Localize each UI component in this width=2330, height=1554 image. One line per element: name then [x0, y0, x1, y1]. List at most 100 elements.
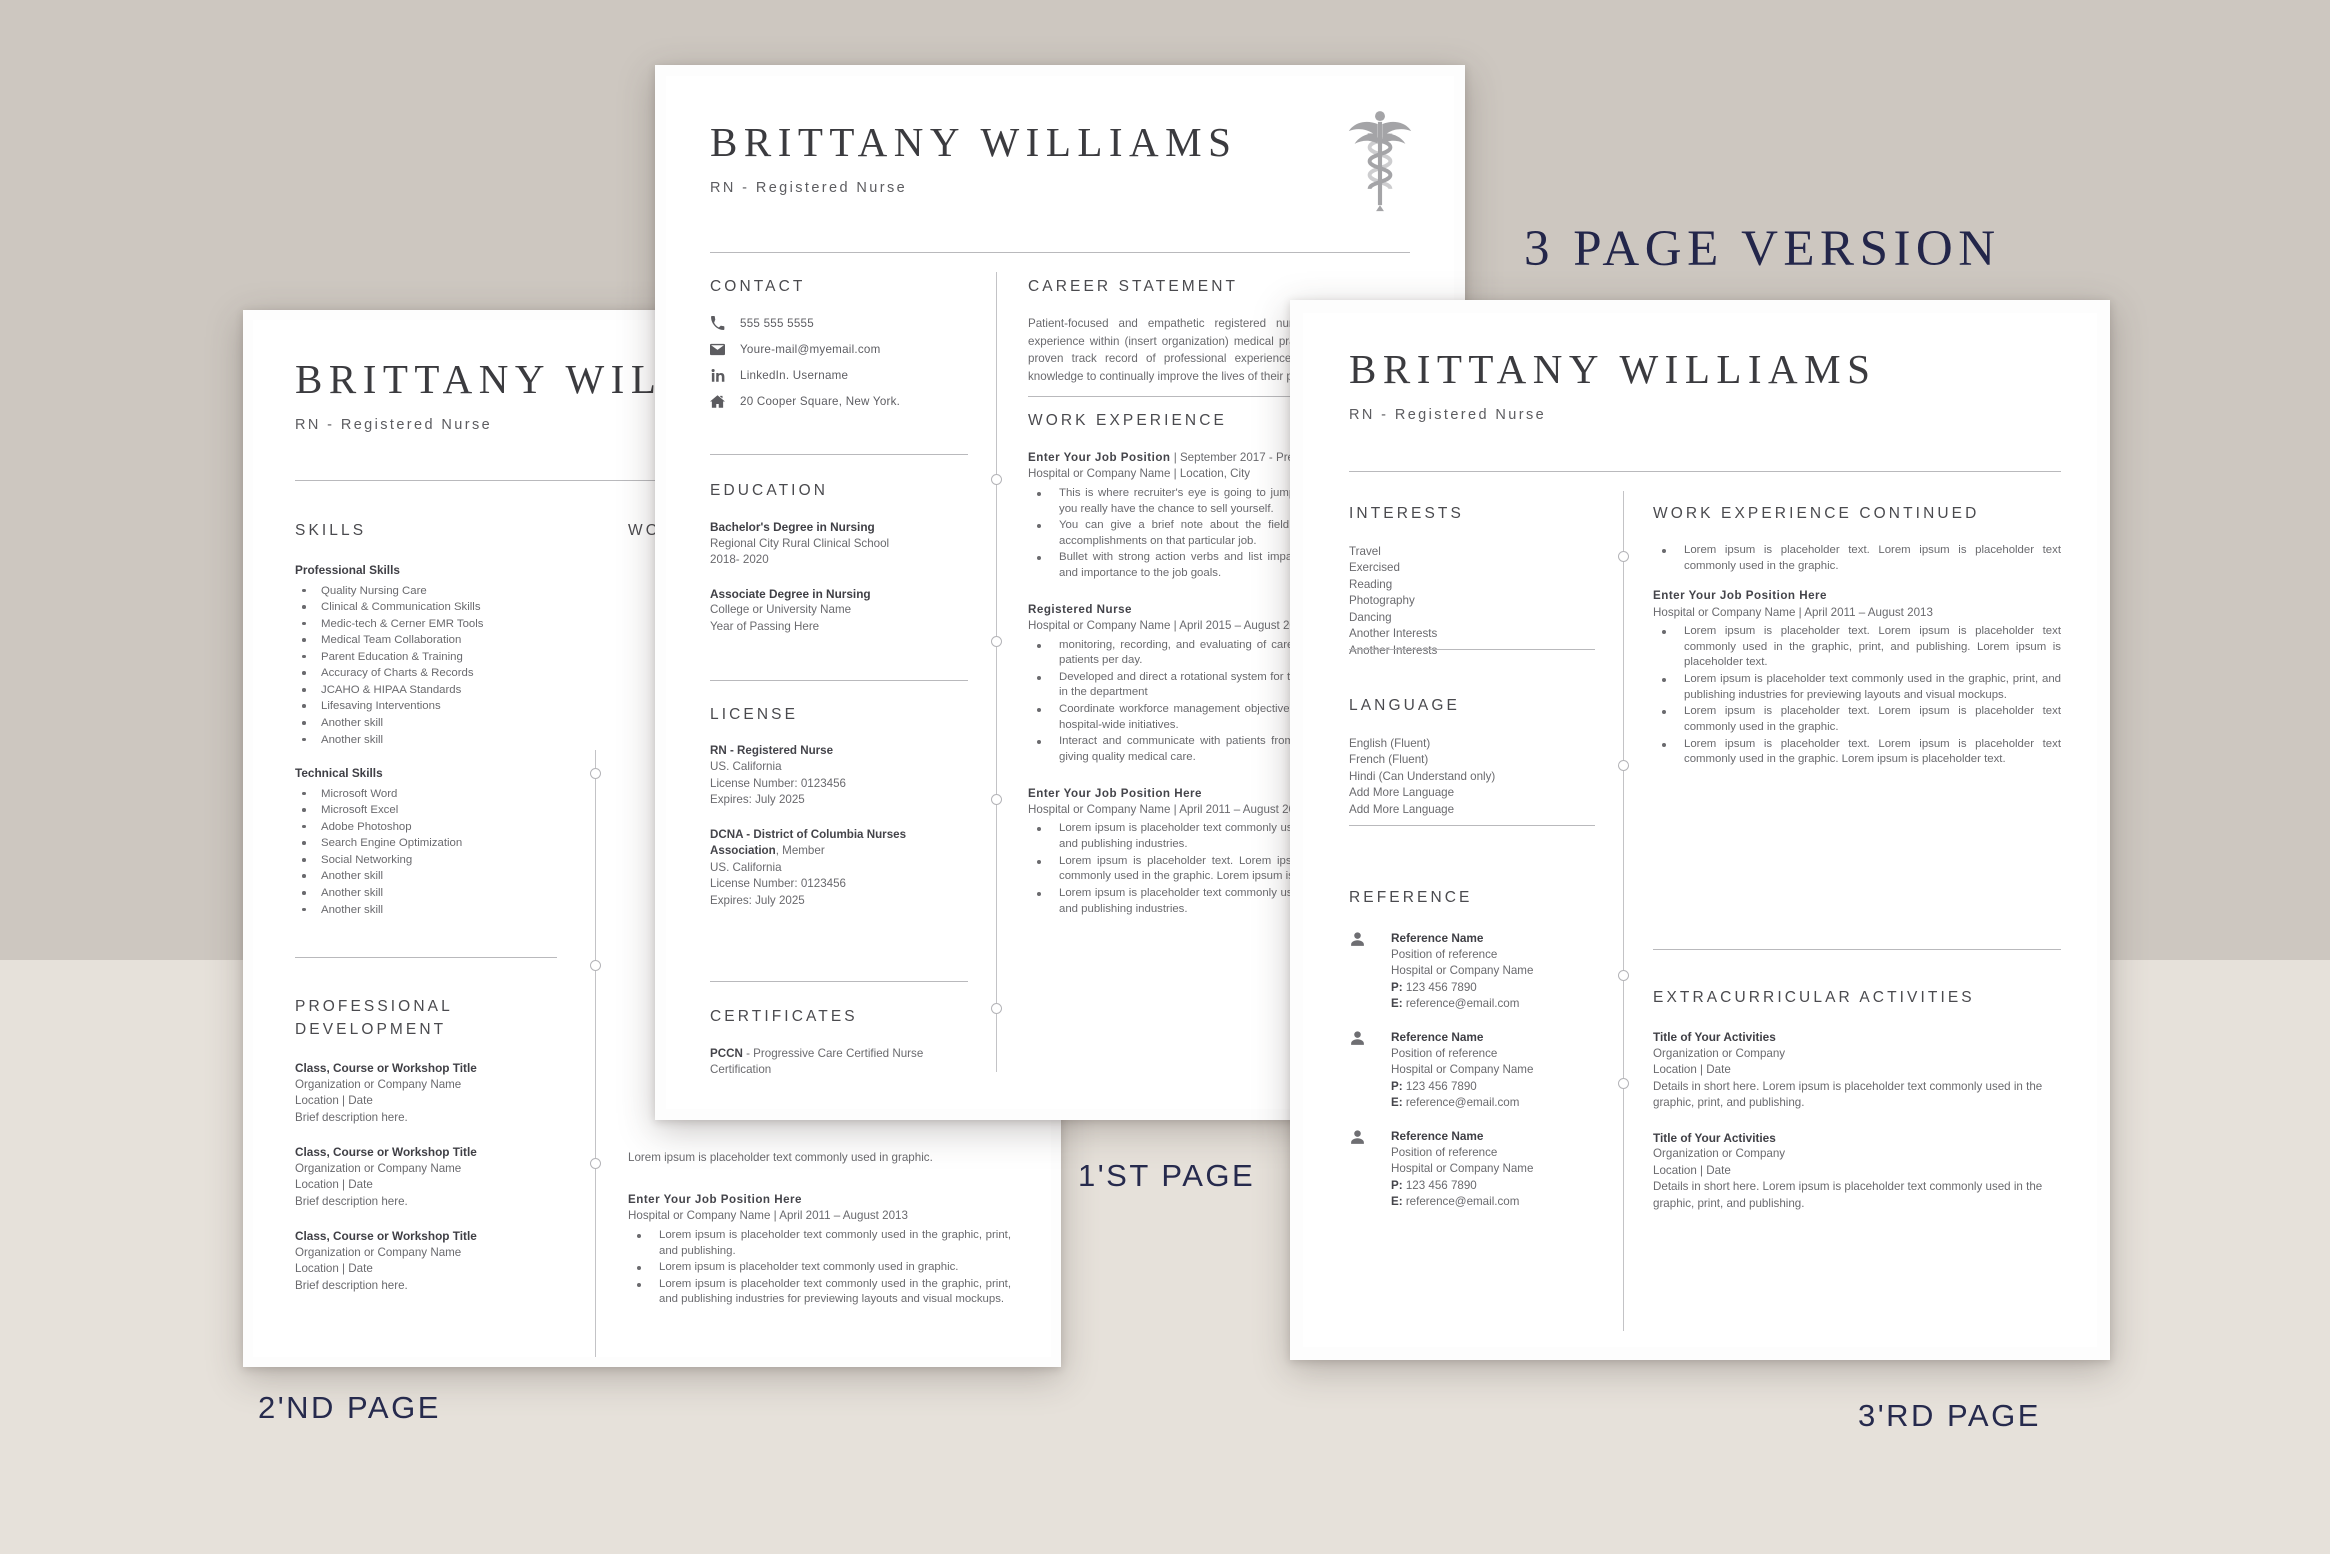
page-2-timeline-dot [590, 768, 601, 779]
interests-list: Travel Exercised Reading Photography Dancing… [1349, 544, 1599, 659]
reference-email: E: reference@email.com [1391, 1194, 1520, 1208]
block-desc: Brief description here. [295, 1194, 408, 1208]
list-item: Add More Language [1349, 786, 1455, 800]
extracurricular-heading: EXTRACURRICULAR ACTIVITIES [1653, 989, 1975, 1006]
reference-company: Hospital or Company Name [1391, 1063, 1534, 1077]
page-1-timeline-dot [991, 794, 1002, 805]
page-2-trailing-note: Lorem ipsum is placeholder text commonly… [628, 1151, 933, 1164]
page-2-timeline-dot [590, 1158, 601, 1169]
block-org: Organization or Company Name [295, 1245, 462, 1259]
list-item: Another skill [295, 902, 563, 919]
page-1-name: BRITTANY WILLIAMS [710, 119, 1238, 165]
interests-divider [1349, 649, 1595, 650]
license-heading: LICENSE [710, 706, 799, 723]
work-lead-bullets: Lorem ipsum is placeholder text. Lorem i… [1653, 543, 2061, 574]
license-line: License Number: 0123456 [710, 776, 846, 790]
list-item: Adobe Photoshop [295, 819, 563, 836]
list-item: Hindi (Can Understand only) [1349, 769, 1496, 783]
education-degree: Bachelor's Degree in Nursing [710, 520, 875, 534]
contact-value: 20 Cooper Square, New York. [740, 395, 901, 408]
bullet-item: Lorem ipsum is placeholder text commonly… [628, 1277, 1011, 1308]
resume-page-3[interactable]: BRITTANY WILLIAMS RN - Registered Nurse … [1290, 300, 2110, 1360]
education-years: 2018- 2020 [710, 553, 769, 567]
bullet-item: Lorem ipsum is placeholder text. Lorem i… [1653, 737, 2061, 768]
license-line: US. California [710, 860, 782, 874]
contact-value: LinkedIn. Username [740, 369, 849, 382]
page-1-timeline-dot [991, 636, 1002, 647]
reference-phone: P: 123 456 7890 [1391, 1079, 1477, 1093]
reference-heading: REFERENCE [1349, 889, 1473, 906]
person-icon [1349, 1028, 1391, 1112]
list-item: Another skill [295, 868, 563, 885]
contact-heading: CONTACT [710, 278, 806, 295]
page-3-content: BRITTANY WILLIAMS RN - Registered Nurse … [1303, 313, 2097, 1347]
block-title: Title of Your Activities [1653, 1130, 1776, 1145]
page-1-job-title: RN - Registered Nurse [710, 180, 908, 196]
education-entry: Associate Degree in Nursing College or Un… [710, 586, 972, 636]
education-entry: Bachelor's Degree in Nursing Regional Cit… [710, 519, 972, 569]
license-title: DCNA - District of Columbia Nurses Assoc… [710, 827, 907, 858]
interests-heading: INTERESTS [1349, 505, 1464, 522]
professional-skills-list: Quality Nursing Care Clinical & Communica… [295, 583, 563, 748]
list-item: Accuracy of Charts & Records [295, 665, 563, 682]
page-1-timeline-dot [991, 1003, 1002, 1014]
reference-name: Reference Name [1391, 1128, 1484, 1143]
education-school: Regional City Rural Clinical School [710, 536, 890, 550]
block-desc: Details in short here. Lorem ipsum is pl… [1653, 1180, 2043, 1210]
list-item: JCAHO & HIPAA Standards [295, 682, 563, 699]
block-org: Organization or Company [1653, 1147, 1786, 1161]
page-3-jobs: Enter Your Job Position Here Hospital or … [1653, 588, 2061, 768]
page-3-timeline-dot [1618, 1078, 1629, 1089]
block-org: Organization or Company Name [295, 1077, 462, 1091]
education-degree: Associate Degree in Nursing [710, 586, 871, 601]
list-item: Search Engine Optimization [295, 835, 563, 852]
technical-skills-list: Microsoft Word Microsoft Excel Adobe Photo… [295, 786, 563, 918]
list-item: Quality Nursing Care [295, 583, 563, 600]
contact-row[interactable]: 20 Cooper Square, New York. [710, 394, 972, 409]
contact-list: 555 555 5555 Youre-mail@myemail.com Linked… [710, 316, 972, 409]
contact-row[interactable]: 555 555 5555 [710, 316, 972, 331]
certificate-entry: PCCN - Progressive Care Certified Nurse … [710, 1047, 924, 1077]
job-entry: Enter Your Job Position Here Hospital or … [1653, 588, 2061, 768]
home-icon [710, 394, 740, 409]
page-1-timeline-dot [991, 474, 1002, 485]
license-list: RN - Registered Nurse US. California Licen… [710, 743, 972, 909]
list-item: Lifesaving Interventions [295, 698, 563, 715]
job-company: Hospital or Company Name | April 2011 – … [1653, 605, 1933, 619]
list-item: Dancing [1349, 610, 1392, 624]
label-three-page-version: 3 PAGE VERSION [1524, 221, 2001, 277]
license-title: RN - Registered Nurse [710, 744, 834, 757]
activities-list: Title of Your Activities Organization or … [1653, 1029, 2061, 1212]
block-title: Class, Course or Workshop Title [295, 1229, 477, 1244]
bullet-item: Lorem ipsum is placeholder text commonly… [628, 1260, 1011, 1276]
contact-row[interactable]: Youre-mail@myemail.com [710, 342, 972, 357]
license-divider [710, 981, 968, 982]
block-location: Location | Date [295, 1094, 373, 1108]
reference-name: Reference Name [1391, 1029, 1484, 1044]
education-list: Bachelor's Degree in Nursing Regional Cit… [710, 519, 972, 635]
professional-skills-title: Professional Skills [295, 563, 400, 577]
info-block: Title of Your Activities Organization or … [1653, 1130, 2061, 1213]
page-1-column-divider [996, 272, 997, 1072]
reference-phone: P: 123 456 7890 [1391, 980, 1477, 994]
page-3-name: BRITTANY WILLIAMS [1349, 346, 1877, 392]
page-2-timeline-line [595, 750, 596, 1357]
list-item: Photography [1349, 594, 1415, 608]
education-heading: EDUCATION [710, 482, 829, 499]
bullet-item: Lorem ipsum is placeholder text. Lorem i… [1653, 704, 2061, 735]
page-1-header-divider [710, 252, 1410, 253]
language-list: English (Fluent) French (Fluent) Hindi (Ca… [1349, 736, 1599, 818]
education-years: Year of Passing Here [710, 619, 820, 633]
license-line: US. California [710, 760, 782, 774]
professional-development-heading: PROFESSIONAL DEVELOPMENT [295, 998, 453, 1038]
block-desc: Brief description here. [295, 1278, 408, 1292]
block-desc: Brief description here. [295, 1110, 408, 1124]
page-3-job-title: RN - Registered Nurse [1349, 407, 1547, 423]
reference-company: Hospital or Company Name [1391, 1162, 1534, 1176]
label-second-page: 2'ND PAGE [258, 1390, 441, 1425]
contact-row[interactable]: LinkedIn. Username [710, 368, 972, 383]
job-entry: Enter Your Job Position Here Hospital or … [628, 1192, 1011, 1308]
list-item: Another skill [295, 715, 563, 732]
list-item: Clinical & Communication Skills [295, 599, 563, 616]
list-item: Microsoft Excel [295, 802, 563, 819]
